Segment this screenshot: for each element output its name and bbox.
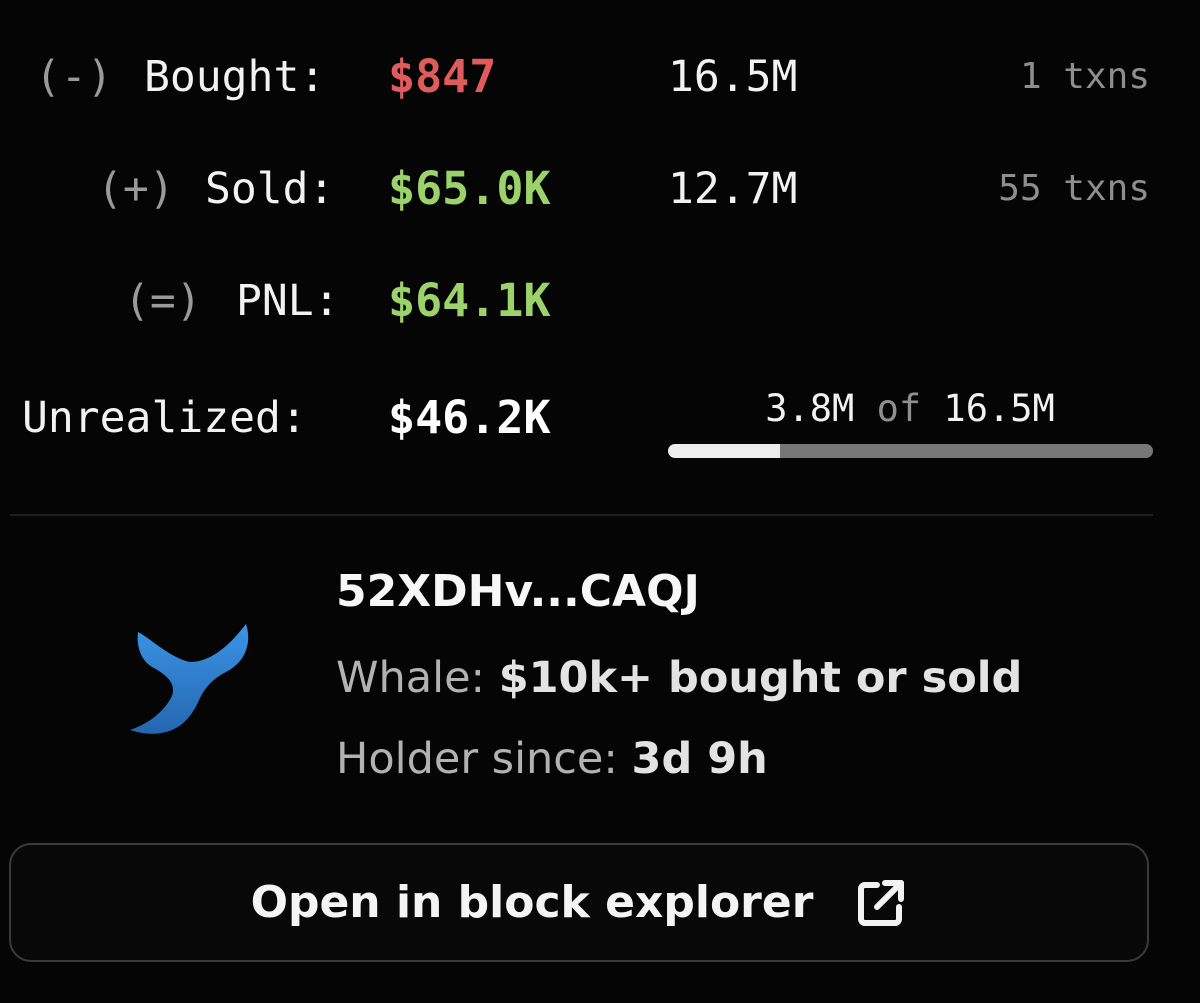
whale-label: Whale: [336, 653, 486, 703]
unrealized-label: Unrealized: [22, 393, 307, 443]
pnl-sign: (=) [124, 276, 202, 326]
trader-pnl-card: (-) Bought: $847 16.5M 1 txns (+) Sold: … [0, 0, 1200, 1003]
sold-amount: $65.0K [388, 162, 551, 215]
pnl-label: PNL: [236, 276, 340, 326]
whale-info: Whale: $10k+ bought or sold [336, 646, 1022, 710]
sold-row: (+) Sold: $65.0K 12.7M 55 txns [0, 149, 1200, 229]
bought-row: (-) Bought: $847 16.5M 1 txns [0, 37, 1200, 117]
bought-label: Bought: [144, 52, 326, 102]
holdings-total: 16.5M [943, 387, 1055, 430]
sold-txns: 55 txns [998, 168, 1150, 209]
pnl-amount: $64.1K [388, 274, 551, 327]
holder-since-info: Holder since: 3d 9h [336, 727, 768, 791]
sold-quantity: 12.7M [668, 164, 798, 214]
holder-since-value: 3d 9h [631, 734, 768, 784]
bought-txns: 1 txns [1019, 56, 1150, 97]
holdings-held: 3.8M [765, 387, 855, 430]
section-divider [10, 514, 1153, 516]
external-link-icon [858, 879, 905, 926]
sold-sign: (+) [97, 164, 175, 214]
holder-since-label: Holder since: [336, 734, 618, 784]
whale-tail-icon [130, 624, 249, 734]
holdings-progress-bar [668, 444, 1153, 458]
sold-label: Sold: [205, 164, 335, 214]
pnl-row: (=) PNL: $64.1K [0, 261, 1200, 341]
bought-amount: $847 [388, 50, 497, 103]
open-block-explorer-label: Open in block explorer [250, 877, 814, 928]
open-block-explorer-button[interactable]: Open in block explorer [9, 843, 1149, 962]
holdings-progress-fill [668, 444, 780, 458]
holdings-of-label: of [876, 387, 922, 430]
holdings-progress-text: 3.8M of 16.5M [668, 384, 1152, 434]
wallet-address[interactable]: 52XDHv...CAQJ [336, 560, 700, 624]
bought-sign: (-) [35, 52, 113, 102]
whale-value: $10k+ bought or sold [498, 653, 1023, 703]
bought-quantity: 16.5M [668, 52, 798, 102]
unrealized-amount: $46.2K [388, 391, 551, 444]
